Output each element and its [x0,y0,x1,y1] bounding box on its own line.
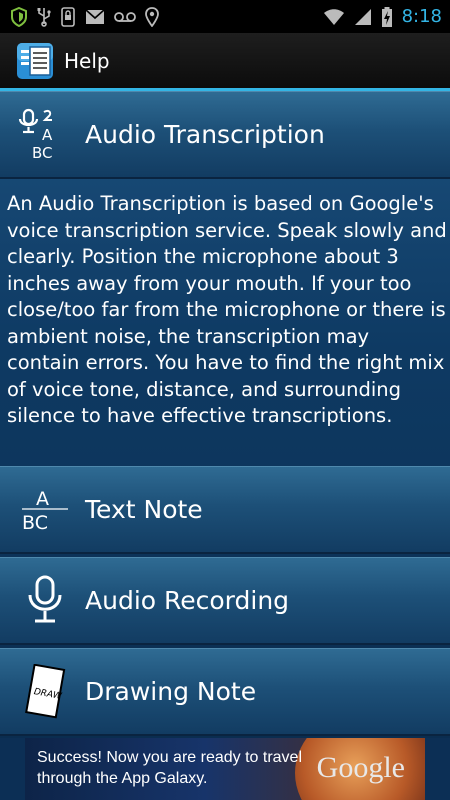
mail-icon [85,8,105,25]
section-drawing-note[interactable]: DRAW Drawing Note [0,648,450,736]
voicemail-icon [114,11,136,23]
section-audio-recording[interactable]: Audio Recording [0,557,450,645]
section-label: Audio Transcription [85,120,325,149]
audio-transcription-description: An Audio Transcription is based on Googl… [7,192,447,427]
section-label: Text Note [85,495,203,524]
help-content: A BC Audio Transcription An Audio Transc… [0,91,450,738]
section-text-note[interactable]: A BC Text Note [0,466,450,554]
svg-text:A: A [36,488,49,510]
wifi-icon [323,8,345,26]
clock: 8:18 [401,6,442,27]
status-bar: 8:18 [0,0,450,33]
section-label: Drawing Note [85,677,257,706]
section-audio-transcription[interactable]: A BC Audio Transcription [0,91,450,179]
google-logo: Google [316,751,405,784]
shield-icon [10,6,28,27]
action-bar: Help [0,33,450,91]
draw-card-icon: DRAW [15,662,75,722]
ad-text: Success! Now you are ready to travel thr… [37,749,303,787]
usb-icon [37,7,51,27]
notes-app-icon[interactable] [16,41,56,81]
phone-lock-icon [60,6,76,27]
svg-text:BC: BC [22,512,48,534]
microphone-icon [15,571,75,631]
location-pin-icon [145,6,159,27]
abc-icon: A BC [15,480,75,540]
svg-text:BC: BC [32,144,53,162]
ad-banner[interactable]: Success! Now you are ready to travel thr… [0,738,450,800]
page-title: Help [64,48,110,73]
mic-to-abc-icon: A BC [15,105,75,165]
ad-banner-image[interactable]: Success! Now you are ready to travel thr… [25,738,425,800]
section-label: Audio Recording [85,586,290,615]
svg-text:A: A [42,126,53,144]
battery-charging-icon [381,6,393,27]
signal-icon [354,8,372,26]
